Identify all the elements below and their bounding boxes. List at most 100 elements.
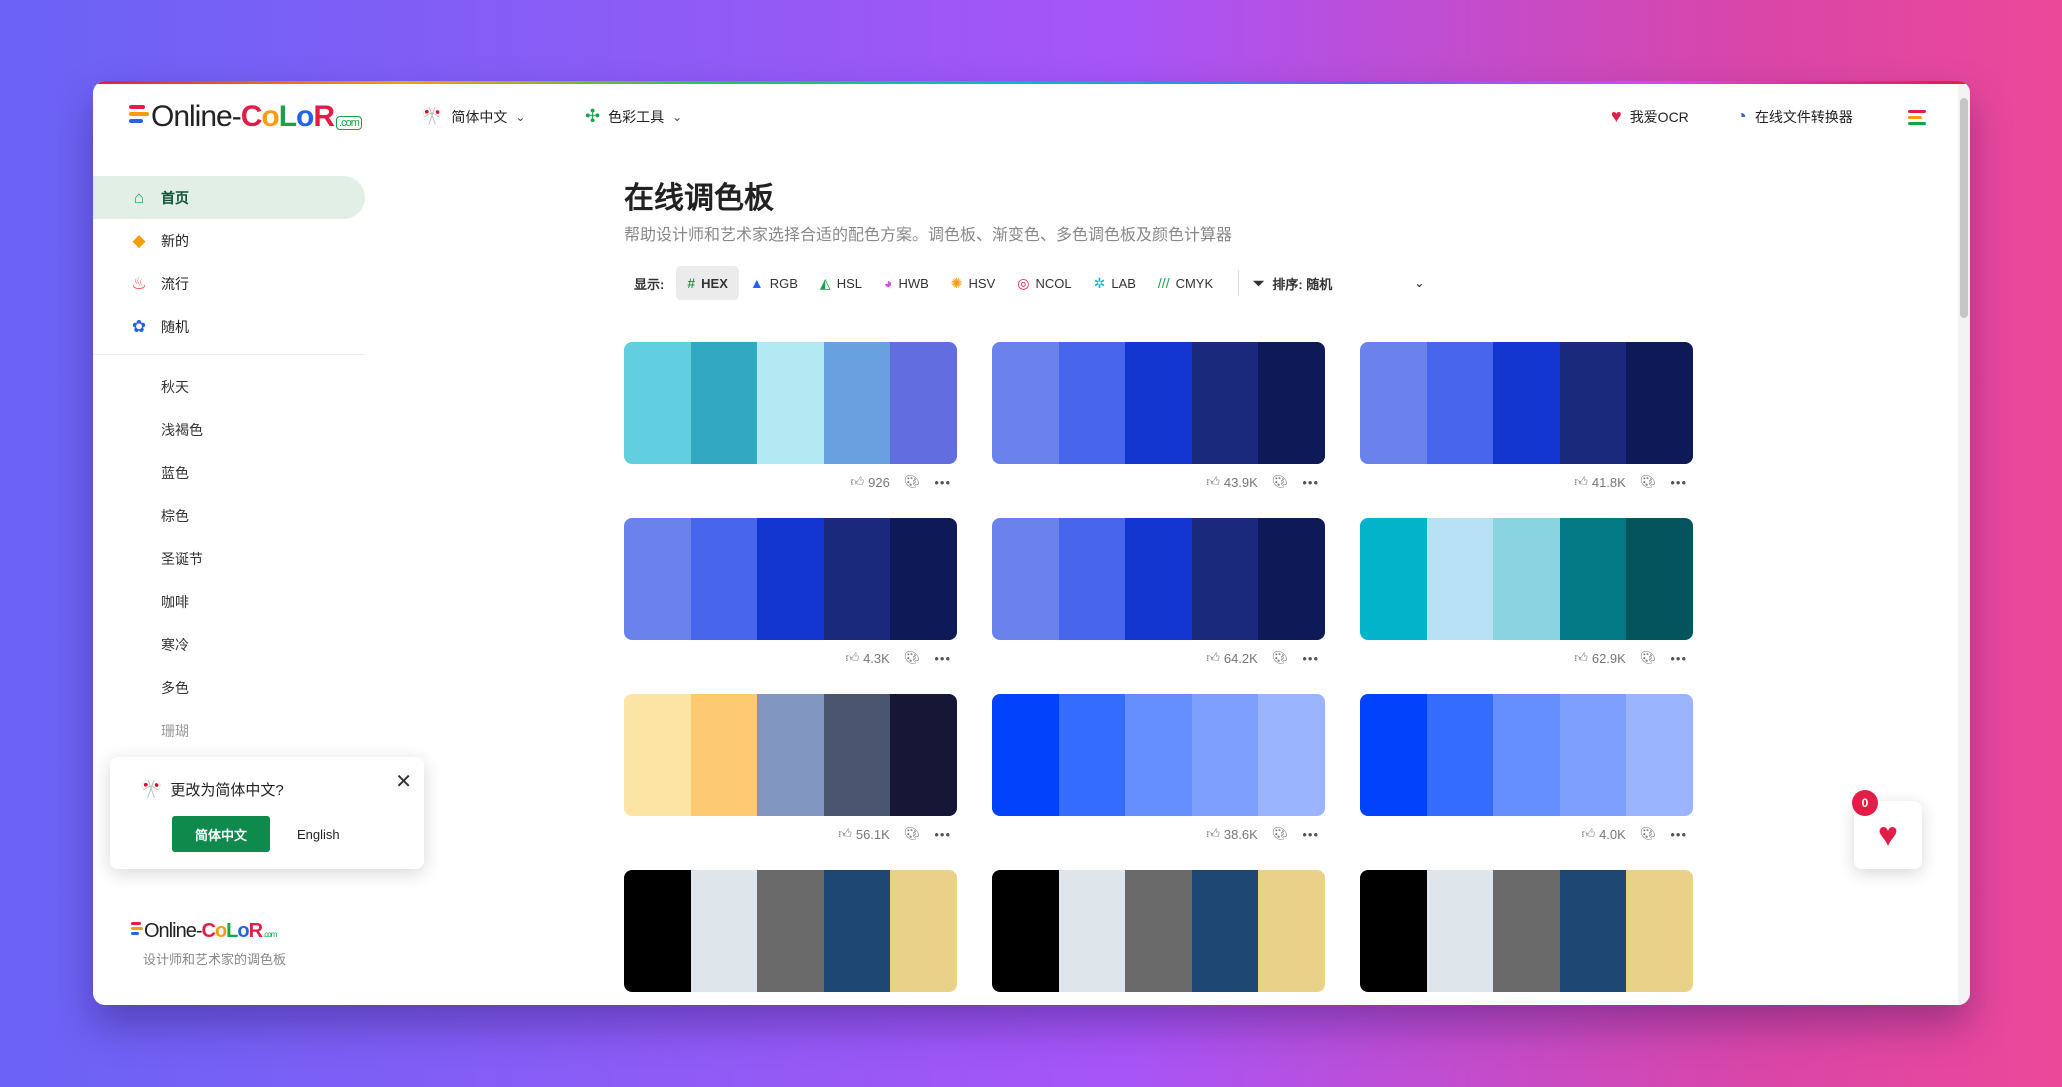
like-button[interactable]: 👍︎ 4.3K	[845, 650, 889, 666]
color-swatch[interactable]	[890, 342, 957, 464]
palette-card[interactable]	[992, 342, 1325, 464]
palette-card[interactable]	[624, 518, 957, 640]
color-swatch[interactable]	[1493, 870, 1560, 992]
color-swatch[interactable]	[890, 518, 957, 640]
color-swatch[interactable]	[1360, 870, 1427, 992]
sidebar-item-coffee[interactable]: 咖啡	[93, 580, 365, 623]
color-swatch[interactable]	[823, 342, 891, 464]
palette-icon[interactable]: 🎨︎	[1640, 826, 1657, 842]
color-swatch[interactable]	[1493, 342, 1560, 464]
color-swatch[interactable]	[1258, 870, 1325, 992]
palette-card[interactable]	[624, 870, 957, 992]
more-options-icon[interactable]: •••	[1302, 651, 1319, 666]
color-swatch[interactable]	[992, 342, 1059, 464]
color-swatch[interactable]	[1191, 342, 1259, 464]
color-swatch[interactable]	[757, 694, 824, 816]
color-swatch[interactable]	[624, 518, 691, 640]
format-cmyk[interactable]: /// CMYK	[1147, 266, 1224, 300]
palette-card[interactable]	[1360, 870, 1693, 992]
color-swatch[interactable]	[1125, 342, 1192, 464]
footer-logo[interactable]: Online- C o L o R .com	[131, 920, 277, 943]
sidebar-item-new[interactable]: ◆ 新的	[93, 219, 365, 262]
color-swatch[interactable]	[1058, 518, 1126, 640]
palette-card[interactable]	[1360, 694, 1693, 816]
palette-card[interactable]	[992, 870, 1325, 992]
color-swatch[interactable]	[1058, 870, 1126, 992]
palette-icon[interactable]: 🎨︎	[1272, 826, 1289, 842]
format-ncol[interactable]: ◎ NCOL	[1006, 266, 1082, 300]
sort-dropdown[interactable]: ⏷ 排序: 随机 ⌄	[1253, 274, 1424, 293]
scrollbar[interactable]	[1958, 84, 1970, 1005]
sidebar-item-brown[interactable]: 棕色	[93, 494, 365, 537]
switch-chinese-button[interactable]: 简体中文	[172, 816, 270, 852]
color-swatch[interactable]	[1493, 694, 1560, 816]
palette-card[interactable]	[624, 694, 957, 816]
color-swatch[interactable]	[690, 870, 758, 992]
sidebar-item-popular[interactable]: ♨ 流行	[93, 262, 365, 305]
color-swatch[interactable]	[1191, 870, 1259, 992]
color-swatch[interactable]	[1626, 518, 1693, 640]
color-swatch[interactable]	[624, 694, 691, 816]
color-swatch[interactable]	[890, 870, 957, 992]
color-swatch[interactable]	[1626, 342, 1693, 464]
sidebar-item-christmas[interactable]: 圣诞节	[93, 537, 365, 580]
color-swatch[interactable]	[1125, 518, 1192, 640]
color-swatch[interactable]	[1426, 342, 1494, 464]
sidebar-item-coral[interactable]: 珊瑚	[93, 709, 365, 752]
color-swatch[interactable]	[1426, 694, 1494, 816]
color-swatch[interactable]	[992, 694, 1059, 816]
ocr-link[interactable]: ♥ 我爱OCR	[1611, 106, 1689, 127]
like-button[interactable]: 👍︎ 62.9K	[1574, 650, 1626, 666]
palette-card[interactable]	[992, 694, 1325, 816]
color-swatch[interactable]	[1559, 694, 1627, 816]
palette-card[interactable]	[992, 518, 1325, 640]
color-swatch[interactable]	[1191, 518, 1259, 640]
scrollbar-thumb[interactable]	[1960, 98, 1968, 318]
color-swatch[interactable]	[823, 518, 891, 640]
sidebar-item-home[interactable]: ⌂ 首页	[93, 176, 365, 219]
color-swatch[interactable]	[624, 870, 691, 992]
more-options-icon[interactable]: •••	[1302, 827, 1319, 842]
like-button[interactable]: 👍︎ 926	[851, 474, 890, 490]
color-swatch[interactable]	[1493, 518, 1560, 640]
palette-icon[interactable]: 🎨︎	[1272, 650, 1289, 666]
color-tools-dropdown[interactable]: ✣ 色彩工具 ⌄	[585, 106, 682, 127]
more-options-icon[interactable]: •••	[934, 827, 951, 842]
format-hsl[interactable]: ◭ HSL	[809, 266, 873, 300]
palette-icon[interactable]: 🎨︎	[1640, 474, 1657, 490]
color-swatch[interactable]	[823, 870, 891, 992]
color-swatch[interactable]	[1258, 342, 1325, 464]
color-swatch[interactable]	[1559, 342, 1627, 464]
like-button[interactable]: 👍︎ 43.9K	[1206, 474, 1258, 490]
color-swatch[interactable]	[992, 518, 1059, 640]
color-swatch[interactable]	[1626, 694, 1693, 816]
like-button[interactable]: 👍︎ 41.8K	[1574, 474, 1626, 490]
palette-icon[interactable]: 🎨︎	[904, 650, 921, 666]
more-options-icon[interactable]: •••	[1670, 651, 1687, 666]
palette-icon[interactable]: 🎨︎	[904, 474, 921, 490]
color-swatch[interactable]	[1426, 870, 1494, 992]
palette-card[interactable]	[624, 342, 957, 464]
color-swatch[interactable]	[992, 870, 1059, 992]
palette-icon[interactable]: 🎨︎	[1272, 474, 1289, 490]
sidebar-item-beige[interactable]: 浅褐色	[93, 408, 365, 451]
format-hex[interactable]: # HEX	[676, 266, 739, 300]
color-swatch[interactable]	[1360, 694, 1427, 816]
color-swatch[interactable]	[823, 694, 891, 816]
color-swatch[interactable]	[757, 342, 824, 464]
like-button[interactable]: 👍︎ 56.1K	[838, 826, 890, 842]
color-swatch[interactable]	[624, 342, 691, 464]
color-swatch[interactable]	[1125, 870, 1192, 992]
color-swatch[interactable]	[1258, 518, 1325, 640]
language-dropdown[interactable]: 🎌 简体中文 ⌄	[421, 106, 525, 127]
color-swatch[interactable]	[690, 342, 758, 464]
sidebar-item-blue[interactable]: 蓝色	[93, 451, 365, 494]
color-swatch[interactable]	[1125, 694, 1192, 816]
more-options-icon[interactable]: •••	[1670, 827, 1687, 842]
color-swatch[interactable]	[757, 518, 824, 640]
sidebar-item-autumn[interactable]: 秋天	[93, 365, 365, 408]
like-button[interactable]: 👍︎ 4.0K	[1581, 826, 1625, 842]
color-swatch[interactable]	[1559, 518, 1627, 640]
color-swatch[interactable]	[890, 694, 957, 816]
color-swatch[interactable]	[1191, 694, 1259, 816]
